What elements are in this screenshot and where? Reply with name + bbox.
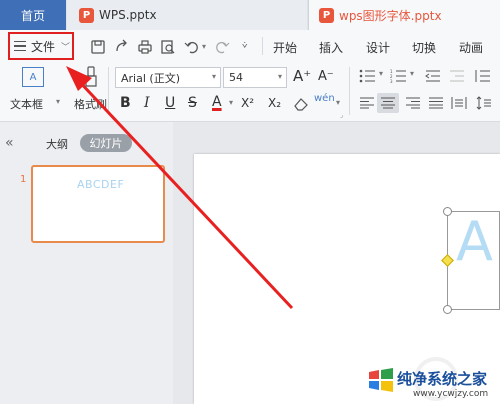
menu-bar: 文件 ﹀ ▾ ⩒ 开始 插入 设计 切换 动画 [0, 30, 500, 63]
tab-label: wps图形字体.pptx [339, 8, 442, 23]
shrink-font-button[interactable]: A⁻ [318, 69, 334, 84]
tab-home[interactable]: 首页 [0, 0, 66, 30]
font-color-button[interactable]: A [212, 94, 222, 110]
text-box-label[interactable]: 文本框 [10, 96, 43, 112]
tab-label: WPS.pptx [99, 8, 157, 22]
chevron-down-icon: ﹀ [61, 42, 71, 53]
font-color-dropdown-icon[interactable]: ▾ [229, 98, 233, 107]
undo-icon[interactable] [184, 39, 200, 55]
undo-dropdown-icon[interactable]: ▾ [202, 42, 206, 51]
superscript-button[interactable]: X² [241, 96, 254, 110]
dialog-launcher-icon[interactable]: ⌟ [340, 111, 343, 119]
wordart-letter[interactable]: A [456, 210, 493, 273]
menu-item-animations[interactable]: 动画 [459, 39, 483, 56]
tab-outline[interactable]: 大纲 [46, 136, 68, 152]
export-pdf-icon[interactable] [114, 39, 130, 55]
tab-document-wps[interactable]: P WPS.pptx [67, 0, 358, 30]
thumbnail-wordart-text: ABCDEF [77, 178, 125, 191]
file-menu-button[interactable]: 文件 ﹀ [8, 32, 74, 60]
phonetic-guide-icon[interactable]: wén [314, 93, 335, 104]
numbered-list-icon[interactable]: 123 [390, 69, 408, 83]
customize-quick-access-icon[interactable]: ⩒ [242, 41, 247, 51]
strikethrough-button[interactable]: S [188, 95, 197, 111]
format-painter-icon[interactable] [84, 66, 102, 88]
selected-text-box[interactable]: A [447, 210, 500, 310]
collapse-panel-icon[interactable]: « [5, 135, 14, 151]
slide-thumbnail[interactable]: ABCDEF [31, 165, 165, 243]
watermark-url: www.ycwjzy.com [413, 389, 489, 399]
bullet-list-icon[interactable] [359, 69, 377, 83]
chevron-down-icon: ▾ [277, 72, 282, 81]
chevron-down-icon[interactable]: ▾ [56, 97, 60, 106]
presentation-icon: P [319, 7, 334, 23]
italic-button[interactable]: I [144, 95, 150, 111]
paragraph-spacing-icon[interactable] [476, 96, 492, 110]
chevron-down-icon[interactable]: ▾ [410, 69, 414, 78]
watermark-title: 纯净系统之家 [397, 370, 488, 388]
bold-button[interactable]: B [120, 95, 131, 111]
increase-indent-icon[interactable] [448, 69, 466, 83]
save-icon[interactable] [90, 39, 106, 55]
font-name-value: Arial (正文) [121, 71, 180, 85]
presentation-icon: P [79, 7, 94, 23]
hamburger-icon [14, 41, 26, 51]
underline-button[interactable]: U [165, 95, 175, 111]
font-name-select[interactable]: Arial (正文) ▾ [115, 67, 221, 88]
text-box-icon[interactable]: A [22, 67, 44, 87]
decrease-indent-icon[interactable] [424, 69, 442, 83]
print-preview-icon[interactable] [160, 39, 176, 55]
menu-item-home[interactable]: 开始 [273, 39, 297, 56]
divider [108, 67, 109, 115]
chevron-down-icon[interactable]: ▾ [336, 98, 340, 107]
format-painter-label[interactable]: 格式刷 [74, 96, 107, 112]
svg-text:3: 3 [390, 79, 393, 83]
grow-font-button[interactable]: A⁺ [293, 67, 311, 85]
divider [349, 67, 350, 115]
subscript-button[interactable]: X₂ [268, 96, 281, 110]
align-right-icon[interactable] [405, 97, 421, 109]
font-size-value: 54 [229, 71, 243, 84]
slide-number: 1 [20, 174, 27, 185]
eraser-icon[interactable] [293, 97, 309, 111]
site-watermark: 纯净系统之家 www.ycwjzy.com [367, 364, 500, 404]
distributed-align-icon[interactable] [451, 96, 467, 110]
file-menu-label: 文件 [31, 39, 56, 54]
menu-item-insert[interactable]: 插入 [319, 39, 343, 56]
divider [262, 37, 263, 55]
tab-slides[interactable]: 幻灯片 [80, 134, 132, 152]
menu-item-transitions[interactable]: 切换 [412, 39, 436, 56]
chevron-down-icon[interactable]: ▾ [379, 69, 383, 78]
slide-navigation-panel: « 大纲 幻灯片 1 ABCDEF [0, 122, 173, 404]
align-left-icon[interactable] [359, 97, 375, 109]
tab-document-active[interactable]: P wps图形字体.pptx [308, 0, 500, 30]
font-size-select[interactable]: 54 ▾ [223, 67, 287, 88]
resize-handle[interactable] [443, 207, 452, 216]
ribbon-toolbar: A 文本框 ▾ 格式刷 Arial (正文) ▾ 54 ▾ A⁺ A⁻ B I … [0, 63, 500, 122]
resize-handle[interactable] [443, 305, 452, 314]
align-center-icon[interactable] [380, 97, 396, 109]
windows-logo-icon [369, 368, 393, 392]
chevron-down-icon: ▾ [211, 72, 216, 81]
line-spacing-icon[interactable] [474, 69, 492, 83]
title-tab-bar: 首页 P WPS.pptx P wps图形字体.pptx [0, 0, 500, 30]
print-icon[interactable] [137, 39, 153, 55]
menu-item-design[interactable]: 设计 [366, 39, 390, 56]
justify-icon[interactable] [428, 97, 444, 109]
slide-editing-area: A [173, 122, 500, 404]
redo-icon[interactable] [214, 39, 230, 55]
